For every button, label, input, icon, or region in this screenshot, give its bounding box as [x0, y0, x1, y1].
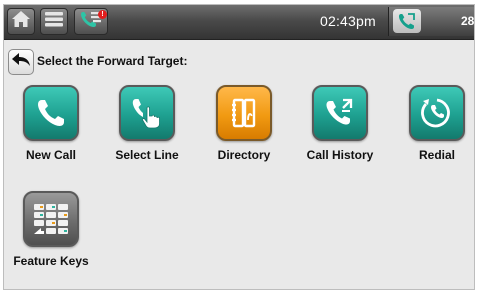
call-history-icon: [312, 85, 368, 141]
back-button[interactable]: [8, 49, 34, 75]
missed-call-badge: !: [98, 10, 107, 19]
home-icon: [11, 10, 31, 33]
new-call-icon: [23, 85, 79, 141]
line-extension: 289: [461, 14, 475, 28]
menu-button[interactable]: [40, 8, 68, 35]
redial-target[interactable]: Redial: [389, 85, 474, 173]
tile-label: Select Line: [115, 148, 179, 162]
menu-list-icon: [44, 10, 64, 33]
tile-label: New Call: [25, 148, 76, 162]
select-line-target[interactable]: Select Line: [99, 85, 195, 173]
page-title: Select the Forward Target:: [37, 54, 188, 68]
status-bar: ! 02:43pm 289: [4, 5, 474, 40]
line-phone-icon: [393, 9, 421, 33]
directory-target[interactable]: Directory: [196, 85, 292, 173]
call-history-target[interactable]: Call History: [292, 85, 388, 173]
tile-label: Redial: [418, 148, 455, 162]
new-call-target[interactable]: New Call: [4, 85, 99, 173]
tile-label: Call History: [306, 148, 374, 162]
tile-label: Feature Keys: [13, 254, 89, 268]
redial-icon: [409, 85, 465, 141]
clock: 02:43pm: [320, 13, 376, 29]
phone-screen: ! 02:43pm 289 Select the Forward Target:: [3, 4, 475, 290]
home-button[interactable]: [7, 8, 35, 35]
select-line-icon: [119, 85, 175, 141]
directory-icon: [216, 85, 272, 141]
feature-keys-target[interactable]: Feature Keys: [4, 191, 99, 279]
back-arrow-icon: [11, 51, 31, 74]
feature-keys-icon: [23, 191, 79, 247]
line-key[interactable]: 289: [388, 7, 474, 36]
calls-button[interactable]: !: [74, 8, 108, 35]
tile-label: Directory: [217, 148, 271, 162]
